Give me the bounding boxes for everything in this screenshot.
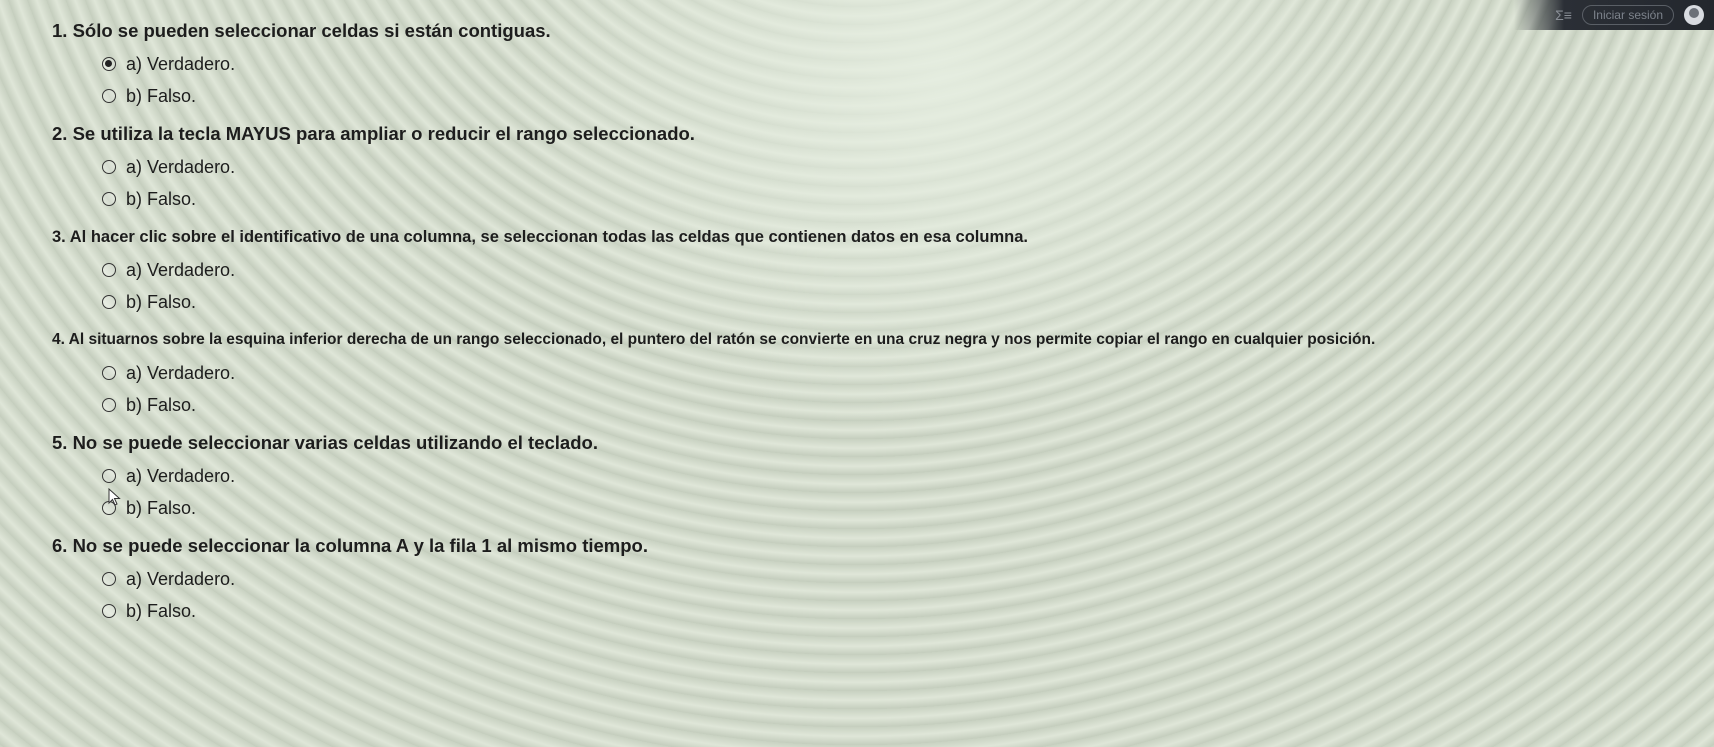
- option-falso[interactable]: b) Falso.: [102, 286, 1692, 318]
- option-label: a) Verdadero.: [126, 260, 236, 280]
- mouse-pointer-icon: [108, 488, 121, 506]
- question-1: 1. Sólo se pueden seleccionar celdas si …: [52, 18, 1692, 112]
- option-verdadero[interactable]: a) Verdadero.: [102, 357, 1692, 389]
- radio-button[interactable]: [102, 160, 116, 174]
- radio-button[interactable]: [102, 398, 116, 412]
- radio-button[interactable]: [102, 366, 116, 380]
- option-falso[interactable]: b) Falso.: [102, 80, 1692, 112]
- question-text: 4. Al situarnos sobre la esquina inferio…: [52, 331, 1376, 348]
- option-label: a) Verdadero.: [126, 569, 236, 589]
- quiz: 1. Sólo se pueden seleccionar celdas si …: [52, 18, 1692, 636]
- question-text: 3. Al hacer clic sobre el identificativo…: [52, 228, 1028, 246]
- option-verdadero[interactable]: a) Verdadero.: [102, 460, 1692, 492]
- option-label: b) Falso.: [126, 601, 197, 621]
- option-label: b) Falso.: [126, 498, 197, 518]
- option-falso[interactable]: b) Falso.: [102, 389, 1692, 421]
- option-label: a) Verdadero.: [126, 157, 236, 177]
- radio-button[interactable]: [102, 263, 116, 277]
- option-label: b) Falso.: [126, 395, 197, 415]
- question-6: 6. No se puede seleccionar la columna A …: [52, 533, 1692, 627]
- radio-button[interactable]: [102, 89, 116, 103]
- radio-button[interactable]: [102, 604, 116, 618]
- option-verdadero[interactable]: a) Verdadero.: [102, 254, 1692, 286]
- radio-button[interactable]: [102, 469, 116, 483]
- radio-button[interactable]: [102, 295, 116, 309]
- option-label: a) Verdadero.: [126, 466, 236, 486]
- option-label: b) Falso.: [126, 292, 197, 312]
- option-label: b) Falso.: [126, 86, 197, 106]
- question-text: 1. Sólo se pueden seleccionar celdas si …: [52, 20, 551, 41]
- option-falso[interactable]: b) Falso.: [102, 492, 1692, 524]
- option-label: a) Verdadero.: [126, 363, 236, 383]
- radio-button[interactable]: [102, 572, 116, 586]
- option-verdadero[interactable]: a) Verdadero.: [102, 48, 1692, 80]
- option-verdadero[interactable]: a) Verdadero.: [102, 151, 1692, 183]
- option-label: a) Verdadero.: [126, 54, 236, 74]
- radio-button-selected[interactable]: [102, 57, 116, 71]
- option-falso[interactable]: b) Falso.: [102, 595, 1692, 627]
- question-5: 5. No se puede seleccionar varias celdas…: [52, 430, 1692, 524]
- option-label: b) Falso.: [126, 189, 197, 209]
- question-text: 6. No se puede seleccionar la columna A …: [52, 535, 648, 556]
- question-4: 4. Al situarnos sobre la esquina inferio…: [52, 327, 1692, 421]
- option-verdadero[interactable]: a) Verdadero.: [102, 563, 1692, 595]
- radio-button[interactable]: [102, 192, 116, 206]
- question-2: 2. Se utiliza la tecla MAYUS para amplia…: [52, 121, 1692, 215]
- question-text: 5. No se puede seleccionar varias celdas…: [52, 432, 598, 453]
- question-text: 2. Se utiliza la tecla MAYUS para amplia…: [52, 123, 695, 144]
- option-falso[interactable]: b) Falso.: [102, 183, 1692, 215]
- question-3: 3. Al hacer clic sobre el identificativo…: [52, 224, 1692, 318]
